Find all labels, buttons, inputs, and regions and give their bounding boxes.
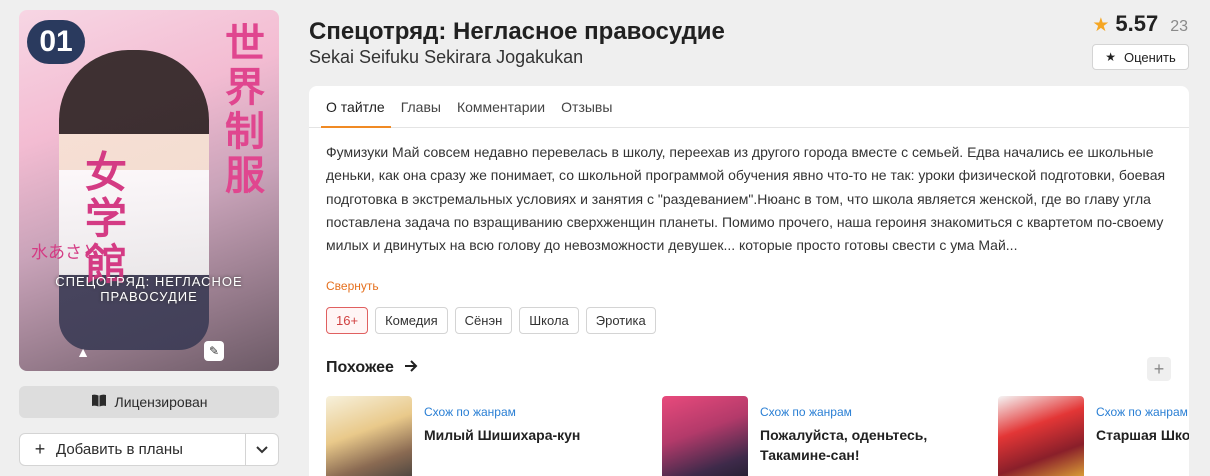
warning-icon[interactable]: ▲ (74, 343, 92, 361)
description-text: Фумизуки Май совсем недавно перевелась в… (326, 144, 1166, 254)
edit-icon[interactable]: ✎ (204, 341, 224, 361)
licensed-button[interactable]: Лицензирован (19, 386, 279, 418)
rating-block: ★ 5.57 23 (1092, 11, 1188, 37)
similar-kind: Схож по жанрам (1096, 405, 1188, 419)
similar-thumbnail (326, 396, 412, 476)
tag-genre[interactable]: Школа (519, 307, 579, 334)
star-icon: ★ (1105, 50, 1116, 64)
chevron-down-icon[interactable] (245, 434, 278, 465)
star-icon: ★ (1092, 15, 1110, 36)
tag-list: 16+ Комедия Сёнэн Школа Эротика (326, 307, 656, 334)
similar-thumbnail (662, 396, 748, 476)
content-card: О тайтле Главы Комментарии Отзывы Фумизу… (309, 86, 1189, 476)
cover-volume-badge: 01 (27, 20, 85, 64)
tab-chapters[interactable]: Главы (401, 86, 441, 127)
tag-genre[interactable]: Сёнэн (454, 307, 513, 334)
rating-score: 5.57 (1115, 11, 1159, 36)
similar-add-button[interactable]: + (1147, 357, 1171, 381)
cover-kanji-title: 世界制服 (225, 20, 265, 199)
book-icon (91, 394, 107, 410)
similar-name: Милый Шишихара-кун (424, 427, 581, 443)
similar-item[interactable]: Схож по жанрам Пожалуйста, оденьтесь, Та… (662, 396, 960, 476)
similar-heading[interactable]: Похожее (326, 359, 418, 377)
page-title: Спецотряд: Негласное правосудие (309, 18, 725, 45)
similar-name: Пожалуйста, оденьтесь, Такамине-сан! (760, 427, 928, 463)
tag-genre[interactable]: Эротика (585, 307, 656, 334)
cover-image[interactable]: 01 世界制服 女学館 水あさと СПЕЦОТРЯД: НЕГЛАСНОЕ ПР… (19, 10, 279, 371)
similar-thumbnail (998, 396, 1084, 476)
tab-comments[interactable]: Комментарии (457, 86, 545, 127)
tab-reviews[interactable]: Отзывы (561, 86, 612, 127)
tab-about[interactable]: О тайтле (321, 86, 391, 128)
similar-title: Похожее (326, 359, 394, 376)
cover-caption: СПЕЦОТРЯД: НЕГЛАСНОЕ ПРАВОСУДИЕ (55, 274, 243, 304)
plus-icon: + (34, 439, 46, 459)
add-to-plans-label: Добавить в планы (56, 441, 183, 458)
page-subtitle: Sekai Seifuku Sekirara Jogakukan (309, 47, 584, 67)
similar-item[interactable]: Схож по жанрам Милый Шишихара-кун (326, 396, 624, 476)
tag-age-rating[interactable]: 16+ (326, 307, 369, 334)
similar-name: Старшая Шко (1096, 427, 1189, 443)
similar-item[interactable]: Схож по жанрам Старшая Шко (998, 396, 1189, 476)
tag-genre[interactable]: Комедия (375, 307, 448, 334)
rating-votes: 23 (1170, 18, 1188, 35)
rate-button[interactable]: ★ Оценить (1092, 44, 1189, 70)
similar-kind: Схож по жанрам (424, 405, 516, 419)
similar-kind: Схож по жанрам (760, 405, 852, 419)
add-to-plans-button[interactable]: + Добавить в планы (19, 433, 279, 466)
cover-kanji-subtitle: 女学館 (85, 148, 128, 289)
tab-bar: О тайтле Главы Комментарии Отзывы (309, 86, 1189, 128)
collapse-link[interactable]: Свернуть (326, 279, 379, 293)
arrow-right-icon (404, 359, 418, 377)
cover-author: 水あさと (31, 243, 99, 263)
rate-label: Оценить (1123, 49, 1176, 65)
licensed-label: Лицензирован (114, 394, 208, 410)
